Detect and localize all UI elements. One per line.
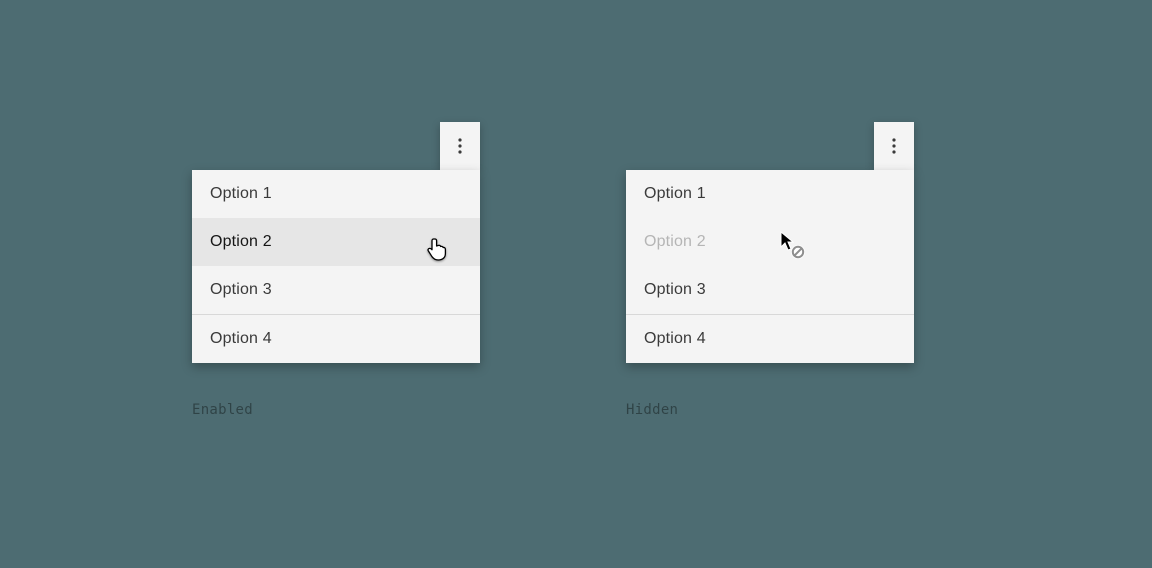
overflow-menu: Option 1 Option 2 Option 3 Option 4 — [626, 170, 914, 363]
menu-item[interactable]: Option 1 — [626, 170, 914, 218]
overflow-menu-trigger[interactable] — [440, 122, 480, 170]
menu-item[interactable]: Option 3 — [626, 266, 914, 314]
example-caption: Enabled — [192, 402, 253, 418]
overflow-menu: Option 1 Option 2 Option 3 Option 4 — [192, 170, 480, 363]
overflow-menu-trigger[interactable] — [874, 122, 914, 170]
menu-item[interactable]: Option 2 — [192, 218, 480, 266]
menu-item[interactable]: Option 1 — [192, 170, 480, 218]
overflow-vertical-icon — [892, 138, 896, 154]
menu-item[interactable]: Option 4 — [626, 315, 914, 363]
menu-item[interactable]: Option 3 — [192, 266, 480, 314]
menu-item[interactable]: Option 4 — [192, 315, 480, 363]
example-caption: Hidden — [626, 402, 678, 418]
overflow-vertical-icon — [458, 138, 462, 154]
menu-item-disabled: Option 2 — [626, 218, 914, 266]
